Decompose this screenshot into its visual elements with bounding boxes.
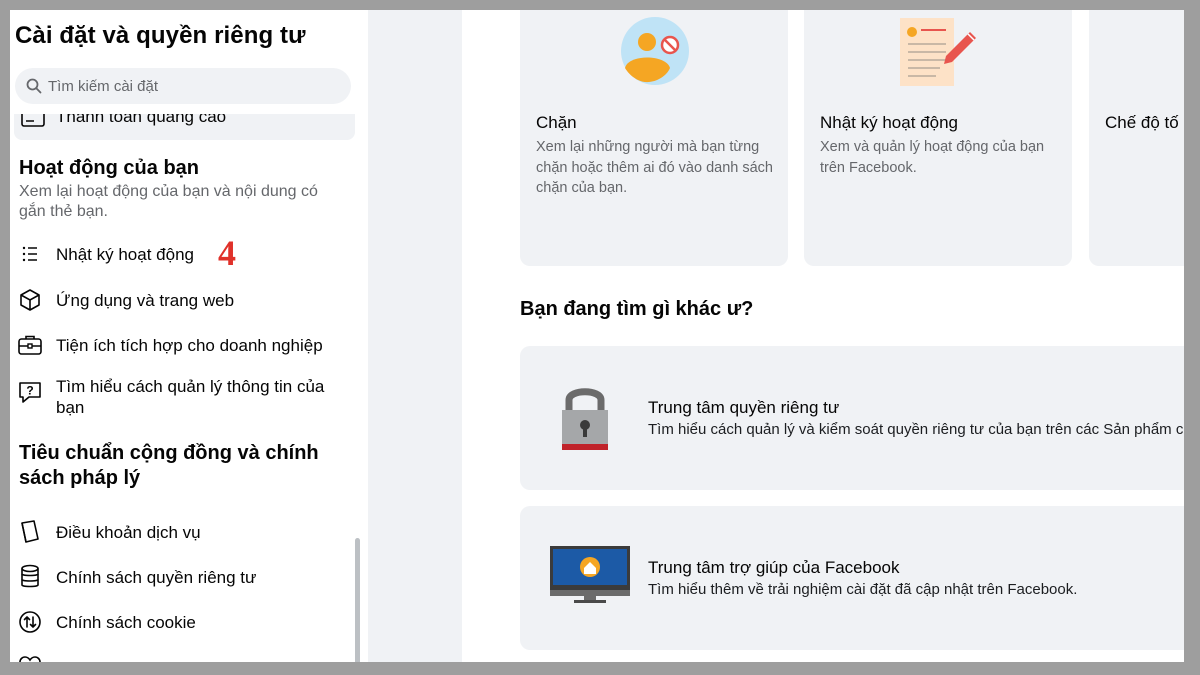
sidebar-item-manage-info[interactable]: ? Tìm hiểu cách quản lý thông tin của bạ… [16,376,352,418]
question-bubble-icon: ? [16,378,44,406]
sidebar-item-label: Chính sách cookie [56,612,196,632]
card-title: Nhật ký hoạt động [820,113,958,132]
sidebar-item-business-integrations[interactable]: Tiện ích tích hợp cho doanh nghiệp [16,331,352,359]
standards-section-heading: Tiêu chuẩn cộng đồng và chính sách pháp … [19,442,319,489]
database-icon [16,563,44,591]
briefcase-icon [16,331,44,359]
card-icon [21,114,45,127]
search-bar[interactable] [15,68,351,104]
heart-icon [16,652,44,662]
card-blocking[interactable]: Chặn Xem lại những người mà bạn từng chặ… [520,10,788,266]
card-description: Xem và quản lý hoạt động của bạn trên Fa… [820,139,1045,176]
card-cut-off[interactable]: Chế độ tố [1089,10,1184,266]
sidebar-item-privacy-policy[interactable]: Chính sách quyền riêng tư [16,563,352,591]
arrows-circle-icon [16,608,44,636]
link-card-description: Tìm hiểu thêm về trải nghiệm cài đặt đã … [648,581,1078,598]
link-card-privacy-center[interactable]: Trung tâm quyền riêng tư Tìm hiểu cách q… [520,346,1184,490]
main-content: Chặn Xem lại những người mà bạn từng chặ… [368,10,1184,662]
list-icon [16,240,44,268]
settings-sidebar: Cài đặt và quyền riêng tư Thanh toán quả… [10,10,368,662]
activity-section-heading: Hoạt động của bạn [19,157,199,179]
sidebar-item-label: Ứng dụng và trang web [56,290,235,310]
card-title: Chặn [536,113,577,132]
padlock-icon [562,388,608,450]
sidebar-item-label: Điều khoản dịch vụ [56,522,201,542]
sidebar-item-ad-payments[interactable]: Thanh toán quảng cáo [14,114,355,140]
sidebar-item-terms-of-service[interactable]: Điều khoản dịch vụ [16,518,352,546]
monitor-home-icon [550,546,630,603]
sidebar-item-label: Tìm hiểu cách quản lý thông tin của bạn [56,377,325,417]
card-activity-log[interactable]: Nhật ký hoạt động Xem và quản lý hoạt độ… [804,10,1072,266]
book-icon [16,518,44,546]
sidebar-item-label: Chính sách quyền riêng tư [56,567,257,587]
card-description: Xem lại những người mà bạn từng chặn hoặ… [536,139,773,196]
svg-text:?: ? [26,384,33,398]
sidebar-scrollbar[interactable] [355,538,360,662]
sidebar-title: Cài đặt và quyền riêng tư [15,22,306,49]
sidebar-item-apps-websites[interactable]: Ứng dụng và trang web [16,286,352,314]
activity-section-description: Xem lại hoạt động của bạn và nội dung có… [19,183,318,220]
card-title: Chế độ tố [1105,113,1179,132]
blocked-person-icon [621,17,689,85]
sidebar-item-label: Nhật ký hoạt động [56,244,194,264]
step-number-annotation: 4 [218,233,236,273]
sidebar-item-activity-log[interactable]: Nhật ký hoạt động [16,240,352,268]
other-section-title: Bạn đang tìm gì khác ư? [520,298,754,320]
link-card-title: Trung tâm quyền riêng tư [648,398,840,417]
main-panel: Chặn Xem lại những người mà bạn từng chặ… [462,10,1184,662]
activity-log-document-icon [900,18,976,86]
link-card-description: Tìm hiểu cách quản lý và kiểm soát quyền… [648,421,1184,438]
sidebar-item-cut-off[interactable] [16,652,352,662]
sidebar-item-cookie-policy[interactable]: Chính sách cookie [16,608,352,636]
link-card-help-center[interactable]: Trung tâm trợ giúp của Facebook Tìm hiểu… [520,506,1184,650]
search-icon [26,78,42,94]
sidebar-item-label: Thanh toán quảng cáo [56,114,227,126]
sidebar-item-label: Tiện ích tích hợp cho doanh nghiệp [56,335,323,355]
search-input[interactable] [48,77,328,95]
cube-icon [16,286,44,314]
link-card-title: Trung tâm trợ giúp của Facebook [648,558,900,577]
